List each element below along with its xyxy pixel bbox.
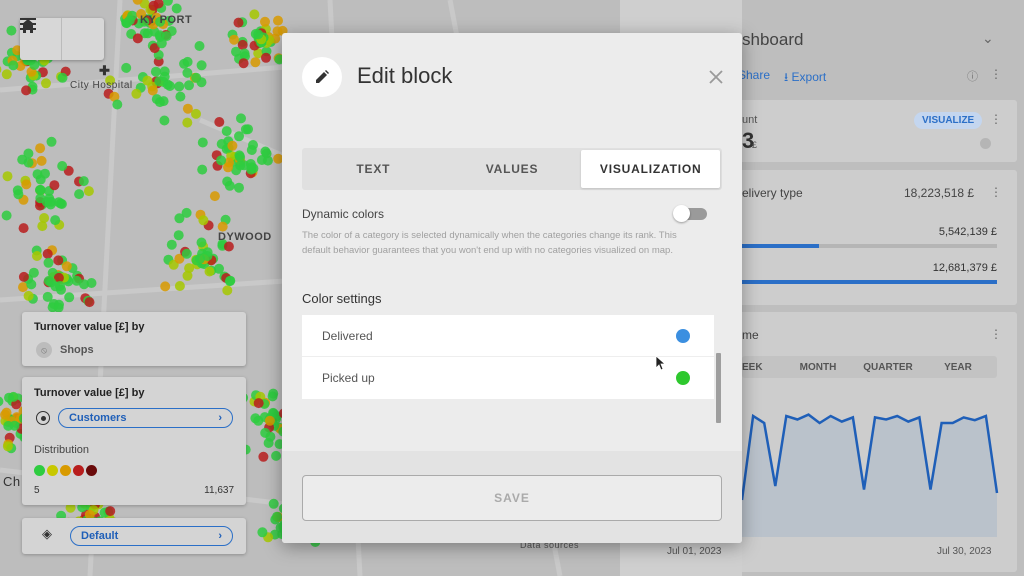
tab-text[interactable]: TEXT [304, 150, 443, 188]
color-settings-title: Color settings [302, 291, 382, 306]
save-button[interactable]: SAVE [302, 475, 722, 521]
color-row-label: Picked up [322, 371, 375, 385]
dialog-footer: SAVE [282, 451, 742, 543]
close-icon [709, 70, 723, 84]
edit-block-dialog: Edit block TEXT VALUES VISUALIZATION Dyn… [282, 33, 742, 543]
dialog-title: Edit block [357, 63, 453, 88]
close-button[interactable] [706, 67, 726, 87]
color-row-label: Delivered [322, 328, 373, 343]
dynamic-colors-description: The color of a category is selected dyna… [302, 230, 677, 256]
mouse-cursor-icon [655, 355, 667, 371]
scrollbar[interactable] [714, 315, 722, 425]
color-swatch[interactable] [676, 328, 690, 343]
dynamic-colors-toggle[interactable] [673, 205, 707, 222]
dynamic-colors-title: Dynamic colors [302, 207, 385, 221]
color-row-delivered[interactable]: Delivered [302, 315, 714, 357]
tab-bar: TEXT VALUES VISUALIZATION [302, 148, 722, 190]
color-row-picked-up[interactable]: Picked up [302, 357, 714, 399]
toggle-knob [673, 205, 690, 222]
pencil-icon [302, 57, 342, 97]
scrollbar-thumb[interactable] [716, 353, 721, 423]
tab-visualization[interactable]: VISUALIZATION [581, 150, 721, 188]
tab-values[interactable]: VALUES [443, 150, 582, 188]
color-settings-list: Delivered Picked up [302, 315, 714, 399]
color-swatch[interactable] [676, 371, 690, 385]
